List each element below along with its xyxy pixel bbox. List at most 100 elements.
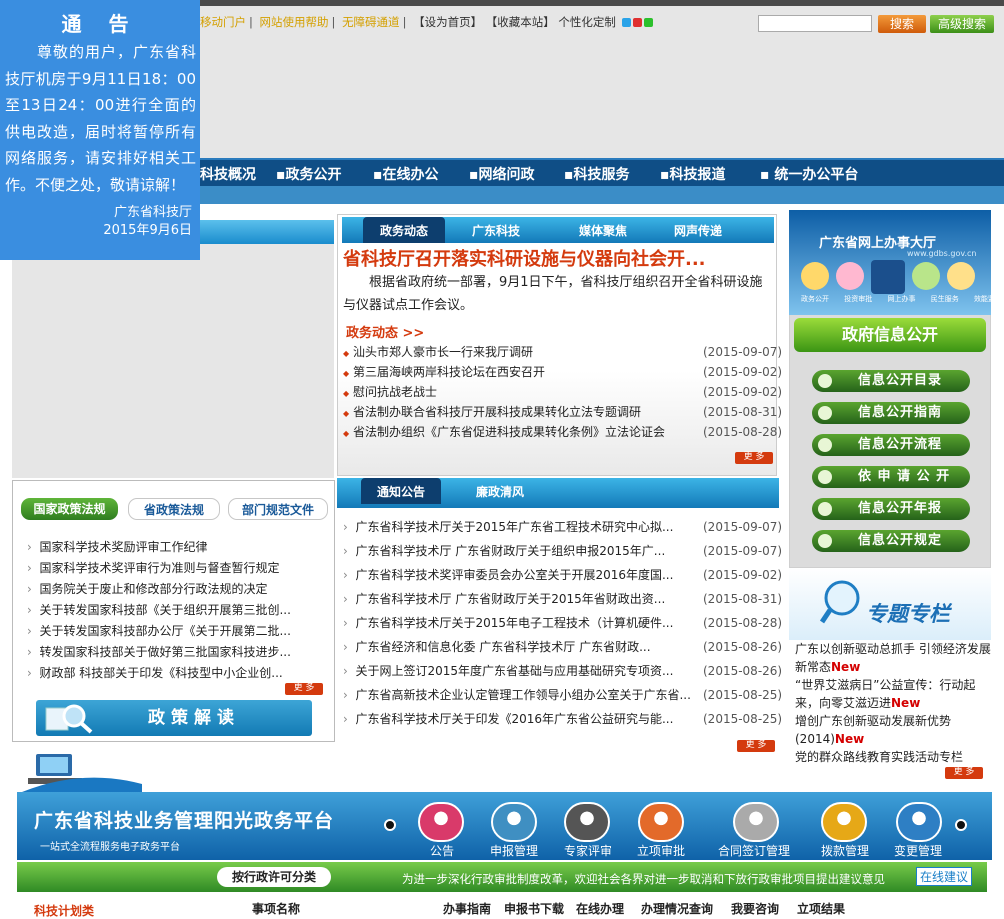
- tab-online-voice[interactable]: 网声传递: [657, 217, 739, 243]
- column-header: 在线办理: [576, 902, 625, 916]
- list-item[interactable]: › 广东省科学技术厅关于2015年电子工程技术（计算机硬件...: [343, 614, 673, 631]
- approval-category-tab[interactable]: 按行政许可分类: [217, 867, 331, 887]
- change-icon[interactable]: [896, 802, 942, 842]
- list-item-date: (2015-08-25): [703, 688, 783, 702]
- online-service-icon[interactable]: [871, 260, 905, 294]
- list-item[interactable]: › 广东省科学技术厅 广东省财政厅关于组织申报2015年广...: [343, 542, 665, 559]
- nav-item-overview[interactable]: 科技概况: [200, 164, 256, 184]
- theme-red-icon[interactable]: [632, 18, 642, 27]
- tab-integrity[interactable]: 廉政清风: [460, 478, 540, 504]
- search-input[interactable]: [758, 15, 872, 32]
- tab-notices[interactable]: 通知公告: [361, 478, 441, 504]
- platform-item-label[interactable]: 公告: [430, 842, 454, 859]
- list-item-date: (2015-08-28): [703, 425, 783, 439]
- list-item[interactable]: › 广东省科学技术奖评审委员会办公室关于开展2016年度国...: [343, 566, 673, 583]
- search-button[interactable]: 搜索: [878, 15, 926, 33]
- platform-item-label[interactable]: 合同签订管理: [718, 842, 790, 859]
- info-rules-button[interactable]: 信息公开规定: [812, 530, 970, 552]
- tab-dept-rules[interactable]: 部门规范文件: [228, 498, 328, 520]
- tab-media[interactable]: 媒体聚焦: [562, 217, 644, 243]
- topic-item[interactable]: 增创广东创新驱动发展新优势(2014)New: [795, 712, 991, 748]
- application-icon[interactable]: [491, 802, 537, 842]
- scroll-right-icon[interactable]: [955, 819, 967, 831]
- add-favorite-link[interactable]: 【收藏本站】: [486, 15, 555, 29]
- investment-icon[interactable]: [836, 262, 864, 290]
- list-item[interactable]: › 国家科学技术奖励评审工作纪律: [27, 538, 207, 555]
- info-request-button[interactable]: 依 申 请 公 开: [812, 466, 970, 488]
- online-hall-banner[interactable]: 广东省网上办事大厅 www.gdbs.gov.cn 政务公开 投资审批 网上办事…: [789, 210, 1002, 315]
- list-item[interactable]: › 广东省科学技术厅 广东省财政厅关于2015年省财政出资...: [343, 590, 665, 607]
- list-item-date: (2015-08-31): [703, 592, 783, 606]
- hall-icon-label: 网上办事: [887, 295, 916, 303]
- theme-blue-icon[interactable]: [621, 18, 631, 27]
- nav-item-gov-affairs[interactable]: ▪政务公开: [276, 164, 342, 184]
- announcement-icon[interactable]: [418, 802, 464, 842]
- list-item[interactable]: › 广东省高新技术企业认定管理工作领导小组办公室关于广东省...: [343, 686, 691, 703]
- theme-green-icon[interactable]: [643, 18, 653, 27]
- info-process-button[interactable]: 信息公开流程: [812, 434, 970, 456]
- list-item[interactable]: › 关于转发国家科技部《关于组织开展第三批创...: [27, 601, 291, 618]
- gov-affairs-icon[interactable]: [801, 262, 829, 290]
- tab-gd-tech[interactable]: 广东科技: [455, 217, 537, 243]
- notices-more-button[interactable]: 更 多: [737, 740, 775, 752]
- notice-title: 通 告: [61, 12, 139, 36]
- list-item[interactable]: › 广东省科学技术厅关于印发《2016年广东省公益研究与能...: [343, 710, 673, 727]
- funding-icon[interactable]: [821, 802, 867, 842]
- info-guide-button[interactable]: 信息公开指南: [812, 402, 970, 424]
- topic-item[interactable]: 广东以创新驱动总抓手 引领经济发展新常态New: [795, 640, 991, 676]
- accessible-link[interactable]: 无障碍通道: [342, 15, 400, 29]
- tab-gov-news[interactable]: 政务动态: [363, 217, 445, 243]
- magnifier-icon: [44, 702, 94, 734]
- topics-more-button[interactable]: 更 多: [945, 767, 983, 779]
- platform-item-label[interactable]: 变更管理: [894, 842, 942, 859]
- list-item[interactable]: › 广东省科学技术厅关于2015年广东省工程技术研究中心拟...: [343, 518, 673, 535]
- list-item[interactable]: ◆ 第三届海峡两岸科技论坛在西安召开: [343, 363, 545, 380]
- list-item[interactable]: › 财政部 科技部关于印发《科技型中小企业创...: [27, 664, 283, 681]
- platform-item-label[interactable]: 专家评审: [564, 842, 612, 859]
- livelihood-icon[interactable]: [912, 262, 940, 290]
- list-item[interactable]: › 转发国家科技部关于做好第三批国家科技进步...: [27, 643, 291, 660]
- column-header: 事项名称: [252, 902, 301, 916]
- list-item-date: (2015-08-26): [703, 640, 783, 654]
- contract-icon[interactable]: [733, 802, 779, 842]
- list-item[interactable]: › 国家科学技术奖评审行为准则与督查暂行规定: [27, 559, 279, 576]
- nav-item-online-office[interactable]: ▪在线办公: [373, 164, 439, 184]
- list-item[interactable]: › 关于转发国家科技部办公厅《关于开展第二批...: [27, 622, 291, 639]
- tab-national-policy[interactable]: 国家政策法规: [21, 498, 118, 520]
- help-link[interactable]: 网站使用帮助: [260, 15, 329, 29]
- platform-subtitle: 一站式全流程服务电子政务平台: [40, 842, 180, 853]
- info-catalog-button[interactable]: 信息公开目录: [812, 370, 970, 392]
- nav-item-online-inquiry[interactable]: ▪网络问政: [469, 164, 535, 184]
- advanced-search-button[interactable]: 高级搜索: [930, 15, 994, 33]
- supervision-icon[interactable]: [947, 262, 975, 290]
- nav-item-unified-platform[interactable]: ▪ 统一办公平台: [760, 164, 858, 184]
- list-item[interactable]: ◆ 慰问抗战老战士: [343, 383, 437, 400]
- gov-news-section-link[interactable]: 政务动态 >>: [346, 322, 424, 341]
- nav-item-tech-report[interactable]: ▪科技报道: [660, 164, 726, 184]
- news-more-button[interactable]: 更 多: [735, 452, 773, 464]
- policy-more-button[interactable]: 更 多: [285, 683, 323, 695]
- list-item[interactable]: › 广东省经济和信息化委 广东省科学技术厅 广东省财政...: [343, 638, 651, 655]
- platform-item-label[interactable]: 立项审批: [637, 842, 685, 859]
- approval-category-label[interactable]: 科技计划类: [34, 902, 94, 919]
- list-item[interactable]: ◆ 汕头市郑人豪市长一行来我厅调研: [343, 343, 533, 360]
- online-suggest-button[interactable]: 在线建议: [916, 867, 972, 886]
- topic-item[interactable]: “世界艾滋病日”公益宣传：行动起来，向零艾滋迈进New: [795, 676, 991, 712]
- platform-item-label[interactable]: 申报管理: [490, 842, 538, 859]
- set-homepage-link[interactable]: 【设为首页】: [413, 15, 482, 29]
- expert-review-icon[interactable]: [564, 802, 610, 842]
- nav-item-tech-service[interactable]: ▪科技服务: [564, 164, 630, 184]
- topic-item[interactable]: 党的群众路线教育实践活动专栏: [795, 748, 991, 766]
- list-item[interactable]: ◆ 省法制办联合省科技厅开展科技成果转化立法专题调研: [343, 403, 641, 420]
- news-headline[interactable]: 省科技厅召开落实科研设施与仪器向社会开...: [343, 245, 706, 271]
- scroll-left-icon[interactable]: [384, 819, 396, 831]
- personalize-link[interactable]: 个性化定制: [558, 15, 616, 29]
- info-annual-report-button[interactable]: 信息公开年报: [812, 498, 970, 520]
- tab-provincial-policy[interactable]: 省政策法规: [128, 498, 220, 520]
- list-item[interactable]: › 国务院关于废止和修改部分行政法规的决定: [27, 580, 267, 597]
- approval-icon[interactable]: [638, 802, 684, 842]
- list-item[interactable]: › 关于网上签订2015年度广东省基础与应用基础研究专项资...: [343, 662, 673, 679]
- platform-item-label[interactable]: 拨款管理: [821, 842, 869, 859]
- mobile-portal-link[interactable]: 移动门户: [200, 15, 246, 29]
- list-item[interactable]: ◆ 省法制办组织《广东省促进科技成果转化条例》立法论证会: [343, 423, 665, 440]
